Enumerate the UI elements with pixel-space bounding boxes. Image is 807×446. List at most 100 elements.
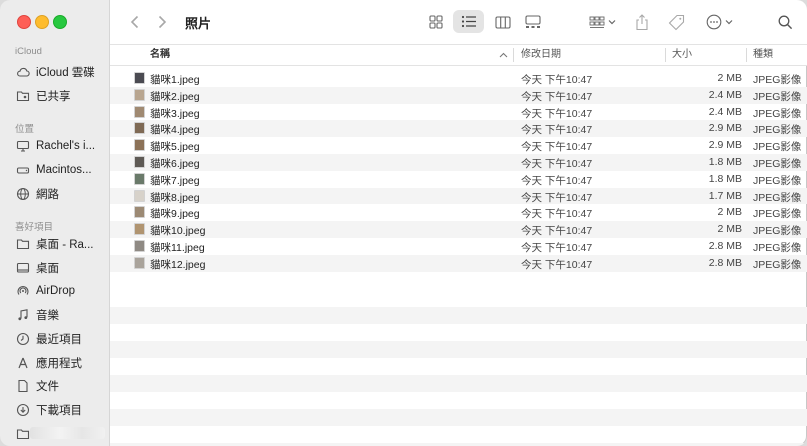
file-kind: JPEG影像: [753, 225, 802, 238]
sidebar-item-desktop-folder[interactable]: 桌面 - Ra...: [16, 234, 106, 254]
tag-icon: [668, 14, 684, 30]
sidebar-section-favorites: 喜好項目: [15, 222, 54, 233]
columns-icon: [495, 15, 511, 29]
sidebar-item-downloads[interactable]: 下載項目: [16, 400, 106, 420]
sidebar-item-network[interactable]: 網路: [16, 184, 106, 204]
sidebar-item-label: 下載項目: [36, 405, 82, 417]
table-row[interactable]: 貓咪10.jpeg 今天 下午10:47 2 MB JPEG影像: [110, 221, 807, 238]
column-header-name[interactable]: 名稱: [150, 45, 170, 65]
file-name: 貓咪9.jpeg: [150, 208, 200, 221]
table-row[interactable]: 貓咪11.jpeg 今天 下午10:47 2.8 MB JPEG影像: [110, 238, 807, 255]
sidebar-item-documents[interactable]: 文件: [16, 376, 106, 396]
image-thumbnail: [134, 206, 145, 219]
file-date: 今天 下午10:47: [521, 107, 593, 120]
file-size: 2.8 MB: [708, 239, 742, 252]
file-size: 2.4 MB: [708, 88, 742, 101]
table-row[interactable]: 貓咪1.jpeg 今天 下午10:47 2 MB JPEG影像: [110, 70, 807, 87]
sidebar-item-label: 應用程式: [36, 358, 82, 370]
desktop-icon: [16, 261, 30, 275]
chevron-down-icon: [608, 20, 615, 25]
table-row[interactable]: 貓咪5.jpeg 今天 下午10:47 2.9 MB JPEG影像: [110, 137, 807, 154]
table-row[interactable]: 貓咪4.jpeg 今天 下午10:47 2.9 MB JPEG影像: [110, 120, 807, 138]
toolbar: 照片: [110, 0, 807, 45]
sidebar-item-icloud-drive[interactable]: iCloud 雲碟: [16, 62, 106, 82]
file-size: 2 MB: [717, 72, 742, 84]
column-view-button[interactable]: [491, 11, 515, 33]
file-date: 今天 下午10:47: [521, 174, 593, 187]
file-kind: JPEG影像: [753, 174, 802, 187]
file-name: 貓咪12.jpeg: [150, 258, 206, 271]
icon-view-button[interactable]: [424, 11, 448, 33]
sidebar-item-recents[interactable]: 最近項目: [16, 329, 106, 349]
file-date: 今天 下午10:47: [521, 225, 593, 238]
column-header-date[interactable]: 修改日期: [521, 45, 561, 65]
forward-button[interactable]: [153, 12, 171, 32]
column-header-kind[interactable]: 種類: [753, 45, 773, 65]
file-size: 2 MB: [717, 206, 742, 219]
file-kind: JPEG影像: [753, 241, 802, 254]
table-row[interactable]: 貓咪3.jpeg 今天 下午10:47 2.4 MB JPEG影像: [110, 104, 807, 121]
table-row[interactable]: 貓咪2.jpeg 今天 下午10:47 2.4 MB JPEG影像: [110, 86, 807, 104]
sidebar-section-icloud: iCloud: [15, 46, 42, 57]
globe-icon: [16, 187, 30, 201]
sidebar-item-label: Macintos...: [36, 164, 92, 176]
share-icon: [636, 13, 648, 30]
column-divider[interactable]: [746, 48, 747, 62]
file-size: 2 MB: [717, 223, 742, 236]
file-kind: JPEG影像: [753, 141, 802, 154]
grid-icon: [429, 15, 443, 29]
file-name: 貓咪4.jpeg: [150, 124, 200, 137]
sidebar-item-computer[interactable]: Rachel's i...: [16, 136, 106, 156]
list-view-button[interactable]: [453, 10, 484, 33]
file-size: 2.4 MB: [708, 105, 742, 118]
back-button[interactable]: [126, 12, 144, 32]
share-button[interactable]: [632, 10, 652, 34]
column-header: 名稱 修改日期 大小 種類: [110, 45, 807, 66]
table-row[interactable]: 貓咪8.jpeg 今天 下午10:47 1.7 MB JPEG影像: [110, 187, 807, 205]
file-date: 今天 下午10:47: [521, 191, 593, 204]
file-size: 1.8 MB: [708, 155, 742, 168]
file-kind: JPEG影像: [753, 208, 802, 221]
empty-row-stripe: [110, 375, 807, 392]
sidebar-item-music[interactable]: 音樂: [16, 305, 106, 325]
sidebar-item-applications[interactable]: 應用程式: [16, 353, 106, 373]
minimize-window-button[interactable]: [35, 15, 49, 29]
table-row[interactable]: 貓咪6.jpeg 今天 下午10:47 1.8 MB JPEG影像: [110, 153, 807, 171]
file-date: 今天 下午10:47: [521, 141, 593, 154]
sidebar: iCloud iCloud 雲碟 已共享 位置 Rachel's i... Ma…: [0, 0, 110, 446]
chevron-down-icon: [725, 20, 732, 25]
sidebar-section-locations: 位置: [15, 124, 35, 135]
file-date: 今天 下午10:47: [521, 157, 593, 170]
table-row[interactable]: 貓咪7.jpeg 今天 下午10:47 1.8 MB JPEG影像: [110, 171, 807, 188]
group-menu-button[interactable]: [584, 11, 620, 33]
image-thumbnail: [134, 105, 145, 118]
image-thumbnail: [134, 72, 145, 84]
sidebar-item-desktop[interactable]: 桌面: [16, 258, 106, 278]
gallery-view-button[interactable]: [521, 11, 545, 33]
table-row[interactable]: 貓咪12.jpeg 今天 下午10:47 2.8 MB JPEG影像: [110, 254, 807, 272]
search-button[interactable]: [774, 11, 796, 33]
close-window-button[interactable]: [17, 15, 31, 29]
file-name: 貓咪11.jpeg: [150, 241, 205, 254]
sidebar-item-macintosh-hd[interactable]: Macintos...: [16, 160, 106, 180]
window-title: 照片: [185, 16, 212, 31]
file-kind: JPEG影像: [753, 157, 802, 170]
column-divider[interactable]: [513, 48, 514, 62]
file-kind: JPEG影像: [753, 258, 802, 271]
file-size: 2.9 MB: [708, 139, 742, 152]
file-list: 貓咪1.jpeg 今天 下午10:47 2 MB JPEG影像 貓咪2.jpeg 今天 …: [110, 70, 807, 272]
column-header-size[interactable]: 大小: [672, 45, 692, 65]
tags-button[interactable]: [665, 11, 687, 33]
zoom-window-button[interactable]: [53, 15, 67, 29]
cloud-icon: [16, 65, 30, 79]
table-row[interactable]: 貓咪9.jpeg 今天 下午10:47 2 MB JPEG影像: [110, 204, 807, 221]
group-icon: [589, 16, 604, 28]
file-kind: JPEG影像: [753, 191, 802, 204]
sidebar-item-label: 桌面: [36, 263, 59, 275]
column-divider[interactable]: [665, 48, 666, 62]
sidebar-item-airdrop[interactable]: AirDrop: [16, 281, 106, 301]
action-menu-button[interactable]: [702, 11, 736, 33]
file-size: 1.7 MB: [708, 189, 742, 202]
sidebar-item-shared[interactable]: 已共享: [16, 86, 106, 106]
file-date: 今天 下午10:47: [521, 241, 593, 254]
